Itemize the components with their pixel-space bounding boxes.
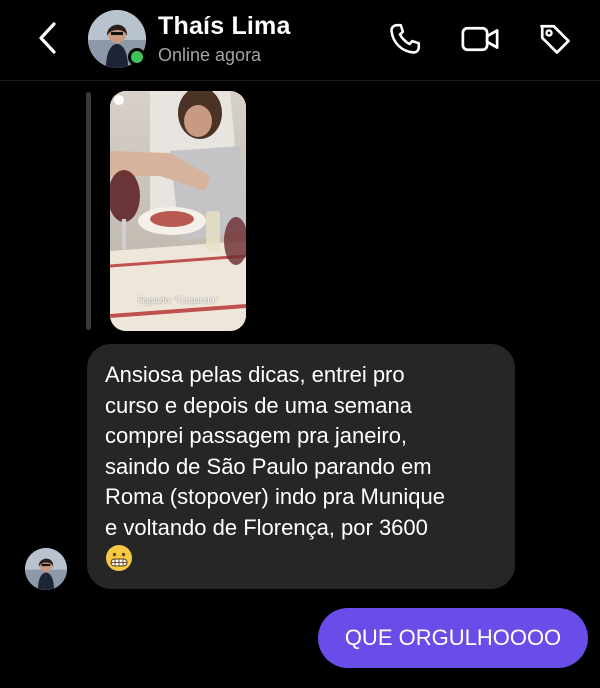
back-chevron-icon (39, 22, 56, 54)
grimacing-face-emoji (105, 544, 133, 572)
audio-call-button[interactable] (384, 18, 426, 60)
chat-header: Thaís Lima Online agora (0, 0, 600, 81)
chat-screen: Thaís Lima Online agora Segundo: “Carpac… (0, 0, 600, 688)
online-status-dot (128, 48, 146, 66)
story-reply-thumbnail[interactable]: Segundo: “Carpaccio” (110, 91, 246, 331)
phone-icon (390, 23, 421, 54)
video-call-button[interactable] (459, 18, 501, 60)
back-button[interactable] (30, 18, 66, 58)
incoming-message-text: Ansiosa pelas dicas, entrei pro curso e … (105, 362, 445, 540)
tag-icon (540, 24, 570, 54)
outgoing-message-bubble[interactable]: QUE ORGULHOOOO (318, 608, 588, 668)
contact-name[interactable]: Thaís Lima (158, 12, 291, 41)
tag-button[interactable] (534, 18, 576, 60)
sender-avatar[interactable] (25, 548, 67, 590)
contact-status: Online agora (158, 45, 262, 65)
avatar-photo (25, 548, 67, 590)
outgoing-message-text: QUE ORGULHOOOO (344, 625, 562, 650)
story-caption: Segundo: “Carpaccio” (137, 295, 219, 305)
video-camera-icon (461, 26, 499, 52)
reply-indicator-bar (86, 92, 91, 330)
incoming-message-bubble[interactable]: Ansiosa pelas dicas, entrei pro curso e … (87, 344, 515, 589)
